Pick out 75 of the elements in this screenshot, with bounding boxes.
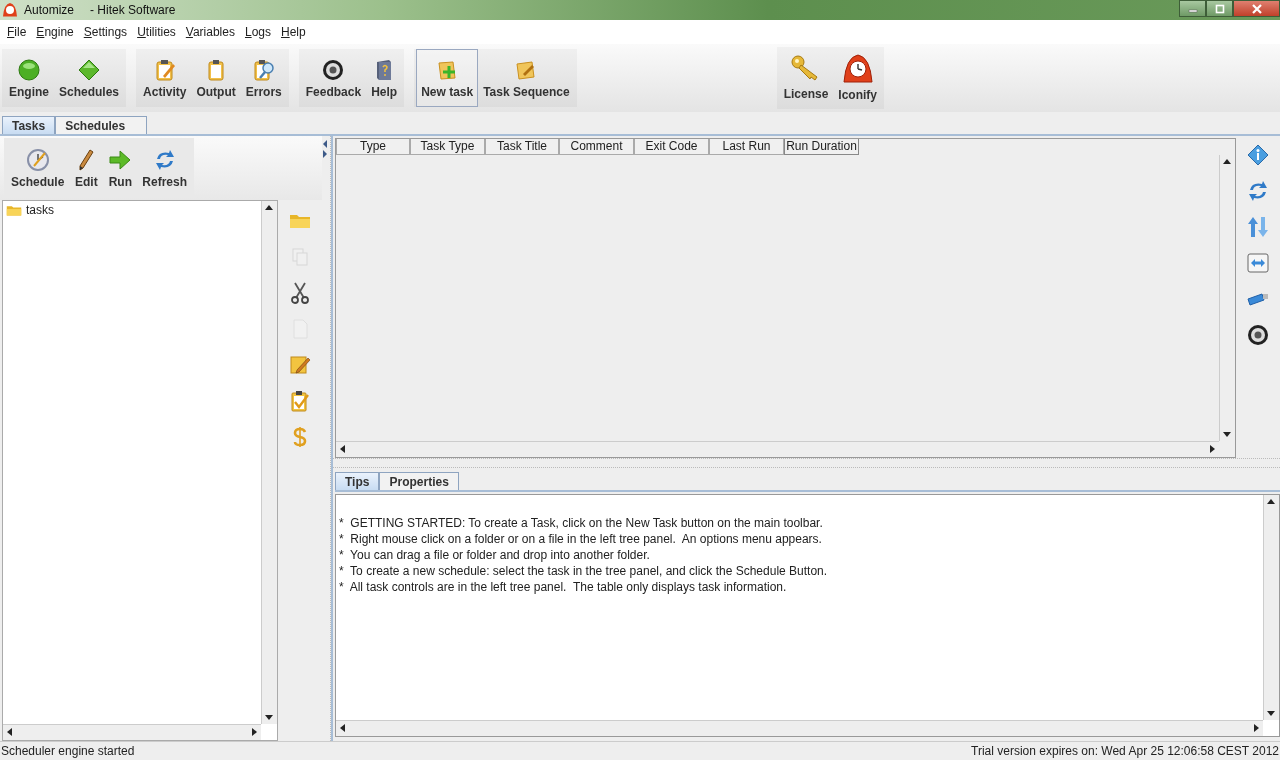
toolbar-button[interactable]: Task Sequence <box>478 49 575 107</box>
menu-item[interactable]: Logs <box>239 25 276 39</box>
menu-item[interactable]: File <box>2 25 32 39</box>
toolbar-button[interactable]: Help <box>366 49 403 107</box>
minimize-button[interactable] <box>1179 0 1206 17</box>
toolbar-button[interactable]: Refresh <box>137 138 193 198</box>
status-text: Scheduler engine started <box>1 744 135 758</box>
info-icon <box>1247 144 1269 166</box>
toolbar-button[interactable]: Errors <box>240 49 287 107</box>
toolbar-button[interactable]: Output <box>191 49 241 107</box>
tip-text: * Right mouse click on a folder or on a file in the left tree panel. An options menu appears. <box>339 531 823 547</box>
diamond-icon <box>77 57 102 82</box>
toolbar-button[interactable]: Run <box>103 138 138 198</box>
tip-text: * You can drag a file or folder and drop into another folder. <box>339 547 651 563</box>
menu-item[interactable]: Help <box>276 25 311 39</box>
toolbar-button[interactable]: Edit <box>69 138 104 198</box>
toolbar-button[interactable]: Schedules <box>54 49 125 107</box>
ball-icon <box>17 57 41 82</box>
menu-item[interactable]: Variables <box>180 25 240 39</box>
speaker-icon <box>321 57 346 82</box>
folder-icon <box>6 203 22 217</box>
tool-button[interactable] <box>1245 322 1271 348</box>
up-down-arrows-icon <box>1246 216 1270 238</box>
alarm-clock-icon <box>841 54 874 84</box>
clipboard-check-icon <box>289 390 311 412</box>
maximize-button[interactable] <box>1206 0 1233 17</box>
tip-text: * GETTING STARTED: To create a Task, click on the New Task button on the main toolbar. <box>339 515 824 531</box>
speaker-icon <box>1246 323 1270 347</box>
column-header[interactable]: Exit Code <box>634 139 709 155</box>
usb-stick-icon <box>1246 291 1270 307</box>
tab[interactable]: Schedules <box>55 116 148 134</box>
folder-icon <box>289 212 311 230</box>
toolbar-button[interactable]: New task <box>416 49 479 107</box>
column-header[interactable]: Run Duration <box>784 139 859 155</box>
toolbar-button[interactable]: Iconify <box>833 47 883 109</box>
tip-text: * All task controls are in the left tree panel. The table only displays task information. <box>339 579 788 595</box>
maximize-icon <box>1214 3 1225 14</box>
splitter[interactable] <box>322 136 331 741</box>
toolbar-button[interactable]: License <box>778 47 834 109</box>
menu-item[interactable]: Engine <box>31 25 79 39</box>
resize-icon <box>1247 253 1269 273</box>
close-button[interactable] <box>1233 0 1280 17</box>
toolbar-button[interactable]: Engine <box>4 49 54 107</box>
horizontal-scrollbar[interactable] <box>336 720 1263 736</box>
toolbar-button[interactable]: Activity <box>138 49 192 107</box>
menu-item[interactable]: Settings <box>78 25 133 39</box>
clock-icon <box>25 147 50 172</box>
menu-item[interactable]: Utilities <box>132 25 181 39</box>
tip-text: * To create a new schedule: select the task in the tree panel, and click the Schedule Button. <box>339 563 829 579</box>
arrow-icon <box>108 147 133 172</box>
vertical-scrollbar[interactable] <box>1263 495 1279 720</box>
refresh-icon <box>1246 179 1270 203</box>
tab[interactable]: Tasks <box>2 116 56 134</box>
column-header[interactable]: Last Run <box>709 139 784 155</box>
horizontal-scrollbar[interactable] <box>3 724 261 740</box>
splitter[interactable] <box>333 458 1280 468</box>
column-header[interactable]: Comment <box>559 139 634 155</box>
tab[interactable]: Properties <box>379 472 459 490</box>
window-subtitle: - Hitek Software <box>90 3 176 17</box>
tree-item[interactable]: tasks <box>6 203 54 217</box>
scissors-icon <box>290 282 310 304</box>
vertical-scrollbar[interactable] <box>261 201 277 724</box>
note-pencil-icon <box>289 354 311 376</box>
toolbar-button[interactable]: Schedule <box>6 138 70 198</box>
alarm-clock-icon <box>2 2 18 18</box>
column-header[interactable]: Type <box>336 139 410 155</box>
column-header[interactable]: Task Title <box>485 139 559 155</box>
window-title: Automize <box>24 3 75 17</box>
dollar-icon <box>293 426 307 448</box>
close-icon <box>1250 3 1263 14</box>
toolbar-button[interactable]: Feedback <box>300 49 367 107</box>
column-header[interactable]: Task Type <box>410 139 485 155</box>
status-text: Trial version expires on: Wed Apr 25 12:06:58 CEST 2012 <box>971 744 1279 758</box>
clipboard-search-icon <box>251 57 276 82</box>
tab[interactable]: Tips <box>335 472 380 490</box>
